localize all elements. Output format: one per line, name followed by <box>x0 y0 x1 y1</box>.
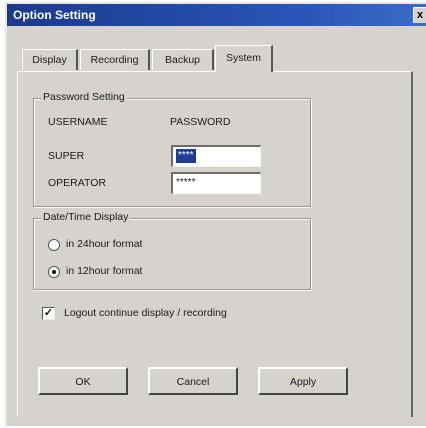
datetime-display-legend: Date/Time Display <box>41 211 131 223</box>
radio-selected-dot <box>52 270 56 274</box>
radio-24hour[interactable] <box>48 239 60 251</box>
radio-12hour[interactable] <box>48 266 60 278</box>
title-bar[interactable]: Option Setting x <box>7 4 426 26</box>
password-column-header: PASSWORD <box>170 116 231 128</box>
password-setting-legend: Password Setting <box>41 91 127 103</box>
operator-label: OPERATOR <box>48 177 106 189</box>
radio-24hour-label[interactable]: in 24hour format <box>66 238 142 250</box>
tab-backup[interactable]: Backup <box>152 49 214 70</box>
close-icon[interactable]: x <box>413 7 426 23</box>
operator-password-field[interactable]: ***** <box>171 172 261 194</box>
datetime-display-group: Date/Time Display <box>33 211 311 290</box>
apply-button[interactable]: Apply <box>258 367 348 395</box>
logout-checkbox-label[interactable]: Logout continue display / recording <box>64 307 227 319</box>
tab-recording[interactable]: Recording <box>80 49 150 70</box>
ok-button[interactable]: OK <box>38 367 128 395</box>
window-title: Option Setting <box>13 8 96 22</box>
tab-system[interactable]: System <box>215 45 273 72</box>
operator-password-value: ***** <box>176 177 196 188</box>
cancel-button[interactable]: Cancel <box>148 367 238 395</box>
logout-checkbox[interactable]: ✓ <box>42 307 55 320</box>
username-column-header: USERNAME <box>48 116 108 128</box>
radio-12hour-label[interactable]: in 12hour format <box>66 265 142 277</box>
tab-display[interactable]: Display <box>22 49 78 70</box>
super-label: SUPER <box>48 150 85 162</box>
super-password-value: **** <box>176 149 196 163</box>
super-password-field[interactable]: **** <box>171 145 261 167</box>
